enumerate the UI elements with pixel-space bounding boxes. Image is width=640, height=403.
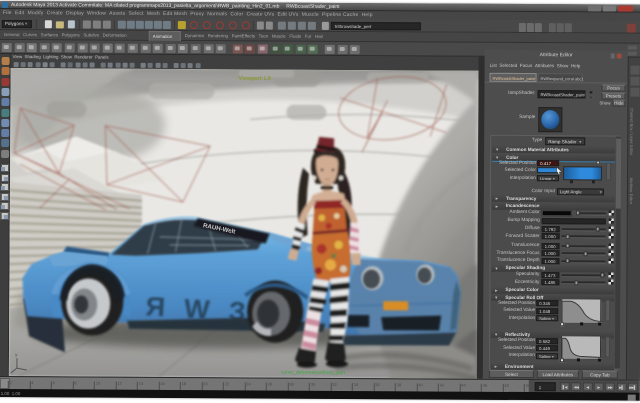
svg-text:curve_deformationBody_part: curve_deformationBody_part (281, 370, 346, 376)
svg-text:Viewport 1.9: Viewport 1.9 (239, 76, 271, 82)
